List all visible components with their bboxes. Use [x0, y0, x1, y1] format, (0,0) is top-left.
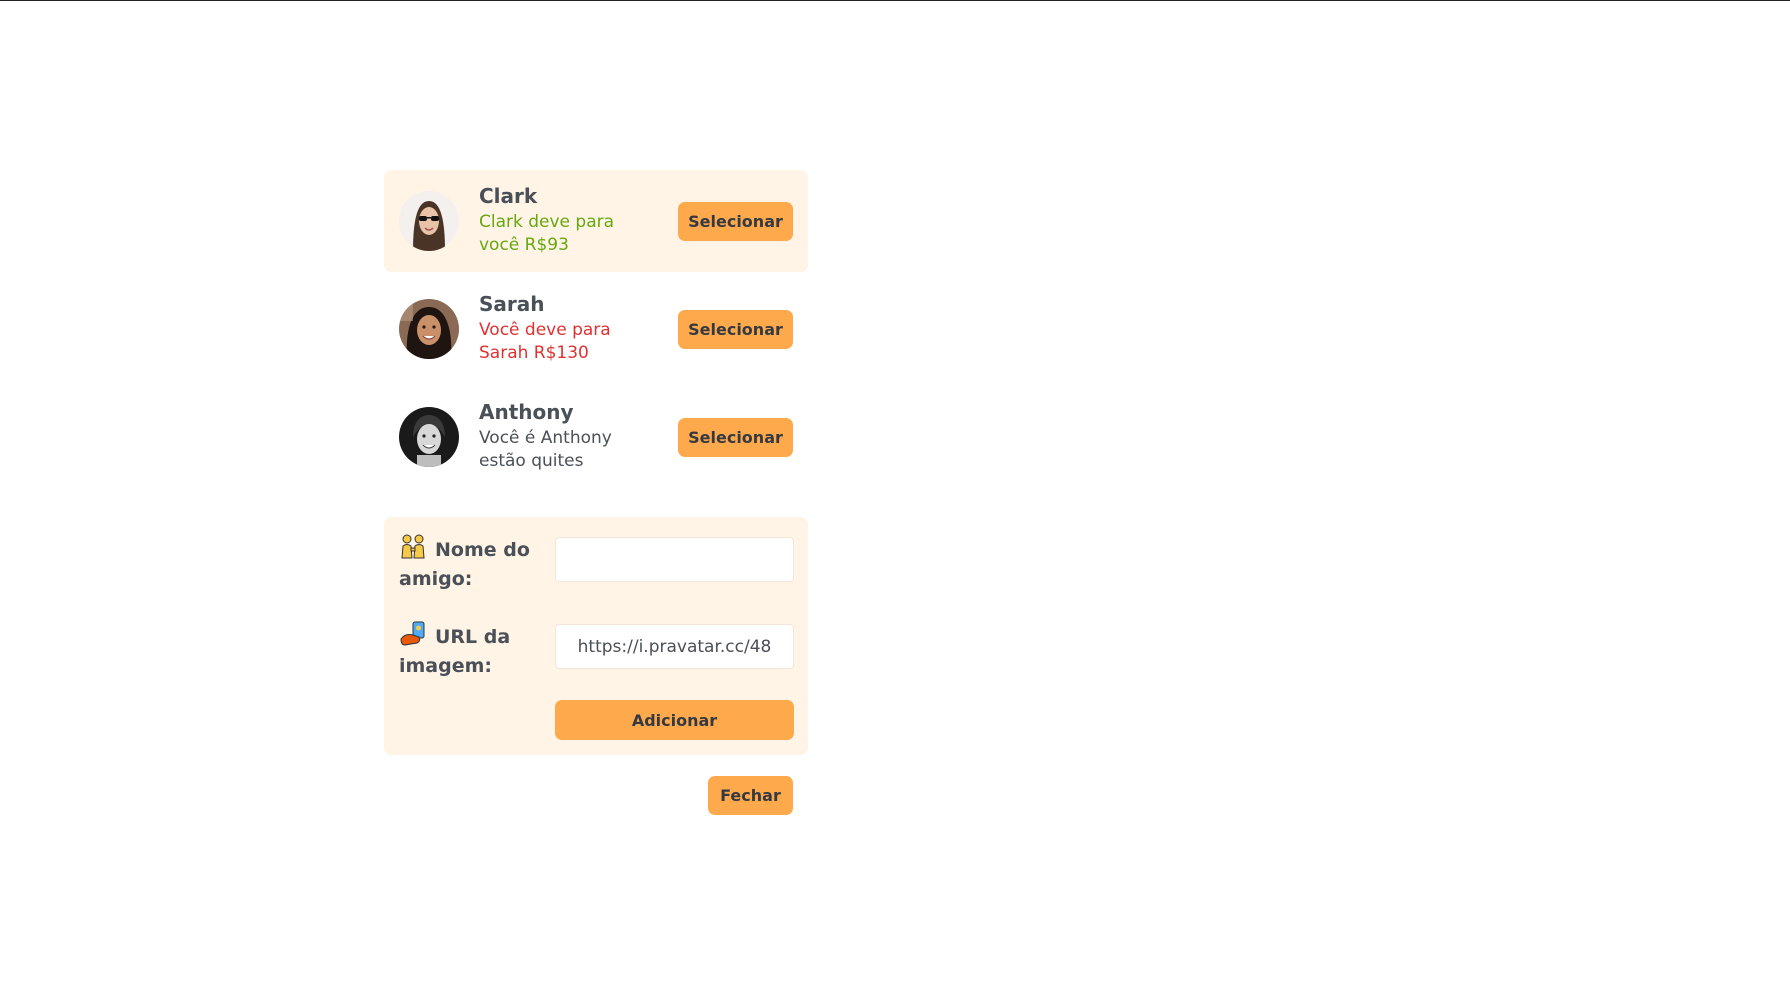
- close-button[interactable]: Fechar: [708, 776, 793, 815]
- selfie-icon: [399, 621, 427, 647]
- two-people-icon: [399, 534, 427, 560]
- window-top-border: [0, 0, 1790, 1]
- close-row: Fechar: [384, 776, 808, 815]
- friend-balance-status: Clark deve para você R$93: [479, 212, 615, 255]
- select-friend-button[interactable]: Selecionar: [678, 417, 793, 457]
- select-friend-button[interactable]: Selecionar: [678, 309, 793, 349]
- friend-balance-status: Você é Anthony estão quites: [479, 428, 612, 471]
- avatar-anthony: [399, 407, 459, 467]
- select-friend-button[interactable]: Selecionar: [678, 201, 793, 241]
- friend-balance-status: Você deve para Sarah R$130: [479, 320, 611, 363]
- friend-info: Anthony Você é Anthony estão quites: [479, 401, 658, 473]
- friend-item-clark: Clark Clark deve para você R$93 Selecion…: [384, 170, 808, 272]
- friend-name: Anthony: [479, 400, 574, 424]
- friend-item-sarah: Sarah Você deve para Sarah R$130 Selecio…: [384, 278, 808, 380]
- friend-name: Sarah: [479, 292, 545, 316]
- friends-list: Clark Clark deve para você R$93 Selecion…: [384, 170, 808, 488]
- friend-info: Clark Clark deve para você R$93: [479, 185, 658, 257]
- friend-name-label: Nome do amigo:: [399, 534, 540, 594]
- image-url-input[interactable]: [555, 624, 794, 669]
- avatar-clark: [399, 191, 459, 251]
- friend-item-anthony: Anthony Você é Anthony estão quites Sele…: [384, 386, 808, 488]
- add-friend-form: Nome do amigo: URL da imagem: Adicionar: [384, 517, 808, 755]
- friends-sidebar: Clark Clark deve para você R$93 Selecion…: [384, 170, 808, 815]
- add-friend-button[interactable]: Adicionar: [555, 700, 794, 740]
- friend-name: Clark: [479, 184, 538, 208]
- avatar-sarah: [399, 299, 459, 359]
- friend-info: Sarah Você deve para Sarah R$130: [479, 293, 658, 365]
- image-url-label: URL da imagem:: [399, 621, 540, 681]
- friend-name-input[interactable]: [555, 537, 794, 582]
